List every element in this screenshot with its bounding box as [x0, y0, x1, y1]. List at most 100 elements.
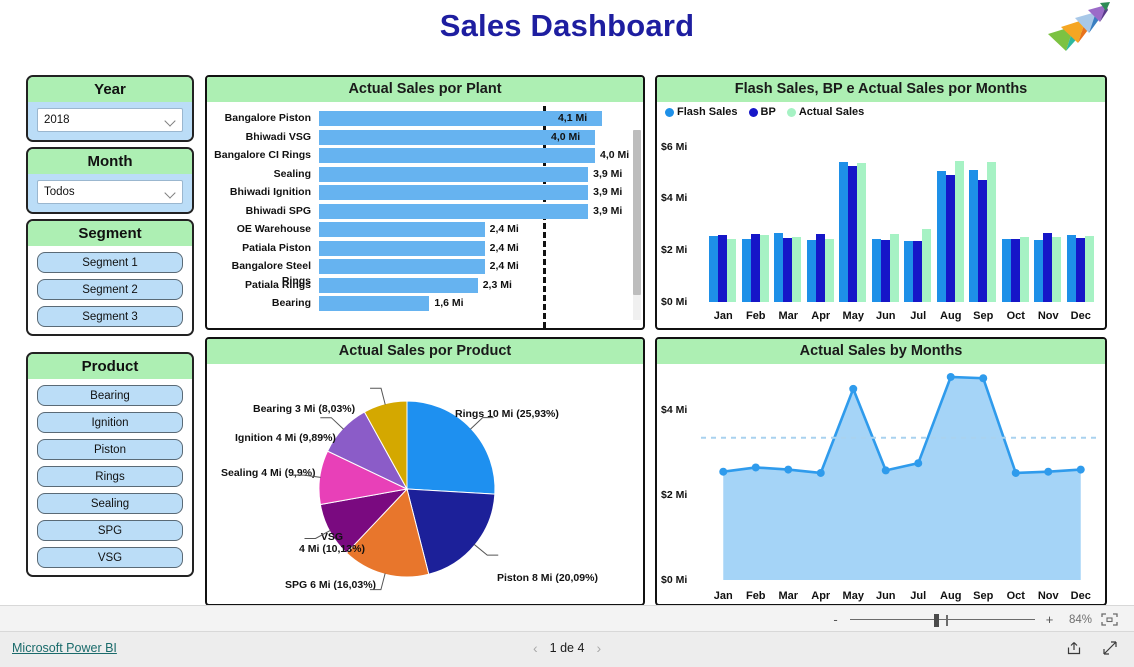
slicer-year[interactable]: Year 2018 [26, 75, 194, 142]
column-bar[interactable] [792, 236, 802, 302]
column-bar[interactable] [783, 237, 793, 302]
product-option-rings[interactable]: Rings [37, 466, 183, 487]
legend-item[interactable]: Actual Sales [786, 106, 864, 118]
column-group[interactable] [1034, 233, 1062, 302]
bar-row[interactable]: Bhiwadi SPG 3,9 Mi [207, 203, 643, 219]
area-data-point[interactable] [1011, 468, 1020, 477]
legend-item[interactable]: Flash Sales [665, 106, 738, 118]
chevron-right-icon[interactable]: › [596, 640, 601, 656]
area-data-point[interactable] [946, 372, 955, 381]
bar-fill[interactable] [319, 185, 589, 200]
column-group[interactable] [806, 234, 834, 302]
column-bar[interactable] [857, 162, 867, 302]
column-bar[interactable] [1066, 234, 1076, 302]
area-data-point[interactable] [881, 466, 890, 475]
bar-row[interactable]: OE Warehouse 2,4 Mi [207, 222, 643, 237]
area-data-point[interactable] [751, 463, 760, 472]
area-fill[interactable] [723, 376, 1081, 580]
area-data-point[interactable] [1076, 465, 1085, 474]
column-bar[interactable] [774, 232, 784, 302]
column-group[interactable] [1066, 234, 1094, 302]
column-bar[interactable] [750, 234, 760, 302]
slicer-month[interactable]: Month Todos [26, 147, 194, 214]
column-group[interactable] [774, 232, 802, 302]
product-option-ignition[interactable]: Ignition [37, 412, 183, 433]
column-bar[interactable] [1001, 238, 1011, 302]
column-bar[interactable] [904, 241, 914, 302]
fit-to-page-icon[interactable] [1101, 613, 1118, 626]
bar-fill[interactable] [319, 203, 589, 219]
month-dropdown[interactable]: Todos [37, 180, 183, 204]
column-bar[interactable] [806, 239, 816, 302]
column-group[interactable] [741, 234, 769, 302]
column-bar[interactable] [1010, 239, 1020, 302]
column-bar[interactable] [848, 165, 858, 302]
product-option-sealing[interactable]: Sealing [37, 493, 183, 514]
bar-row[interactable]: Bangalore Piston 4,1 Mi [207, 111, 643, 126]
bar-fill[interactable] [319, 166, 589, 182]
bar-row[interactable]: Patiala Piston 2,4 Mi [207, 240, 643, 256]
column-group[interactable] [936, 160, 964, 302]
column-group[interactable] [871, 234, 899, 302]
zoom-in-button[interactable]: + [1044, 612, 1055, 627]
zoom-out-button[interactable]: - [830, 612, 841, 627]
product-option-bearing[interactable]: Bearing [37, 385, 183, 406]
column-bar[interactable] [871, 239, 881, 302]
column-bar[interactable] [969, 169, 979, 302]
column-bar[interactable] [709, 235, 719, 302]
year-dropdown[interactable]: 2018 [37, 108, 183, 132]
column-bar[interactable] [922, 229, 932, 302]
column-bar[interactable] [815, 234, 825, 302]
zoom-slider[interactable] [850, 613, 1035, 627]
bar-fill[interactable] [319, 259, 485, 274]
column-chart-legend[interactable]: Flash Sales BP Actual Sales [665, 106, 871, 118]
area-data-point[interactable] [849, 384, 858, 393]
area-data-point[interactable] [979, 374, 988, 383]
column-bar[interactable] [987, 161, 997, 302]
column-group[interactable] [839, 162, 867, 302]
column-group[interactable] [1001, 237, 1029, 302]
column-bar[interactable] [1075, 237, 1085, 302]
column-bar[interactable] [839, 162, 849, 302]
chart-actual-sales-by-months[interactable]: Actual Sales by Months $0 Mi $2 Mi $4 Mi Ja… [655, 337, 1107, 606]
column-bar[interactable] [945, 174, 955, 302]
column-group[interactable] [969, 161, 997, 302]
bar-row[interactable]: Bhiwadi Ignition 3,9 Mi [207, 185, 643, 200]
bar-fill[interactable] [319, 240, 485, 256]
share-icon[interactable] [1066, 640, 1082, 656]
bar-row[interactable]: Sealing 3,9 Mi [207, 166, 643, 182]
column-bar[interactable] [718, 235, 728, 302]
segment-option-3[interactable]: Segment 3 [37, 306, 183, 327]
product-option-vsg[interactable]: VSG [37, 547, 183, 568]
chevron-left-icon[interactable]: ‹ [533, 640, 538, 656]
area-data-point[interactable] [784, 465, 793, 474]
chart-flash-bp-actual-por-months[interactable]: Flash Sales, BP e Actual Sales por Month… [655, 75, 1107, 330]
column-group[interactable] [904, 229, 932, 302]
chart-actual-sales-por-product[interactable]: Actual Sales por Product Rings 10 Mi (25… [205, 337, 645, 606]
zoom-slider-thumb[interactable] [934, 613, 939, 627]
bar-row[interactable]: Bangalore Steel Rings 2,4 Mi [207, 259, 643, 287]
bar-row[interactable]: Patiala Rings 2,3 Mi [207, 277, 643, 293]
column-bar[interactable] [1034, 240, 1044, 302]
segment-option-2[interactable]: Segment 2 [37, 279, 183, 300]
bar-fill[interactable] [319, 148, 596, 163]
chart-actual-sales-por-plant[interactable]: Actual Sales por Plant Bangalore Piston 4… [205, 75, 645, 330]
fullscreen-icon[interactable] [1102, 640, 1118, 656]
column-bar[interactable] [741, 239, 751, 302]
bar-row[interactable]: Bearing 1,6 Mi [207, 296, 643, 311]
area-data-point[interactable] [816, 468, 825, 477]
area-data-point[interactable] [914, 459, 923, 468]
column-bar[interactable] [954, 160, 964, 302]
bar-row[interactable]: Bhiwadi VSG 4,0 Mi [207, 129, 643, 145]
column-bar[interactable] [1019, 237, 1029, 302]
bar-fill[interactable] [319, 296, 430, 311]
column-bar[interactable] [936, 171, 946, 302]
column-bar[interactable] [889, 234, 899, 302]
legend-item[interactable]: BP [748, 106, 776, 118]
product-option-piston[interactable]: Piston [37, 439, 183, 460]
product-option-spg[interactable]: SPG [37, 520, 183, 541]
power-bi-brand-link[interactable]: Microsoft Power BI [12, 641, 117, 655]
area-data-point[interactable] [1044, 467, 1053, 476]
column-bar[interactable] [913, 241, 923, 302]
column-group[interactable] [709, 235, 737, 302]
